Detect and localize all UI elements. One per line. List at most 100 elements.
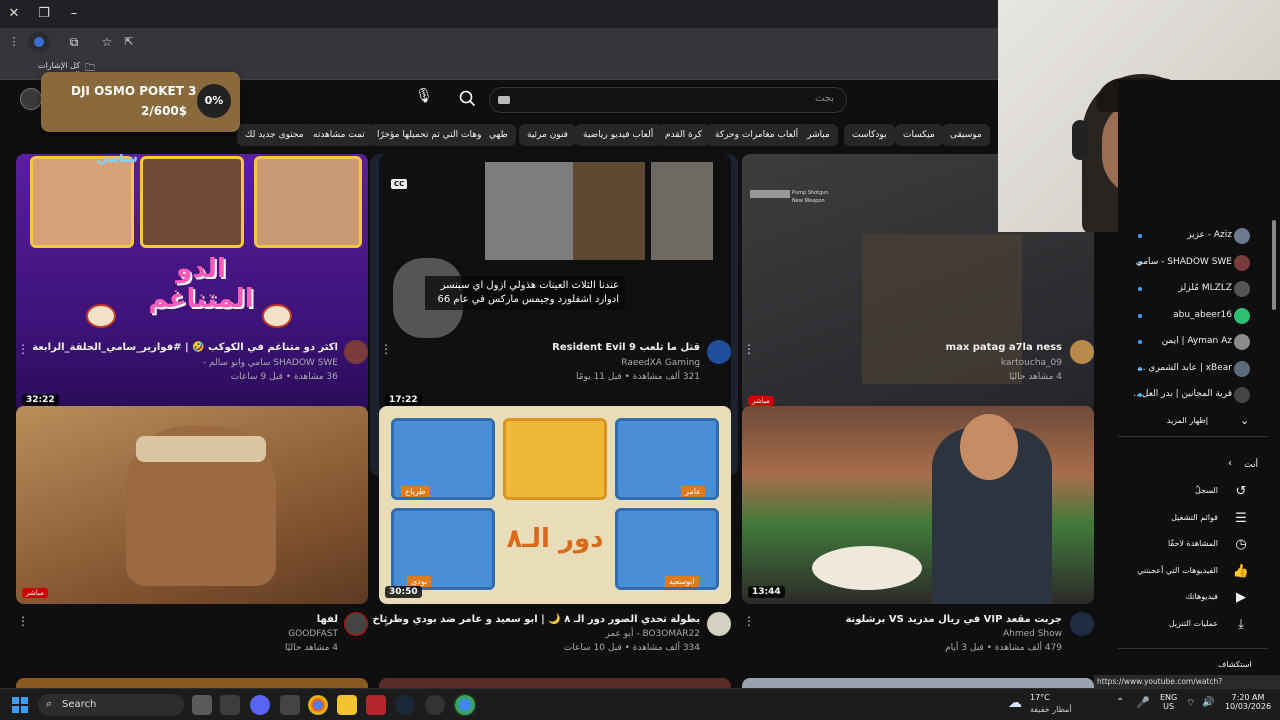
video-thumbnail-4[interactable]: مباشر <box>16 406 368 604</box>
chrome-active-icon[interactable] <box>455 695 475 715</box>
more-actions-icon[interactable]: ⋮ <box>380 614 392 628</box>
goal-amount: 2/600$ <box>141 104 188 118</box>
channel-name[interactable]: BO3OMAR22 <box>642 629 700 639</box>
subscription-item[interactable]: MLZLZ مُلزلز <box>1118 279 1268 299</box>
video-title[interactable]: max patag a7la ness <box>780 342 1062 353</box>
account-avatar[interactable] <box>20 88 42 110</box>
view-count: 4 مشاهد حاليًا <box>1008 372 1062 382</box>
more-actions-icon[interactable]: ⋮ <box>380 342 392 356</box>
menu-icon[interactable]: ⋮ <box>4 32 24 52</box>
more-actions-icon[interactable]: ⋮ <box>743 614 755 628</box>
video-title[interactable]: بطولة تحدي الصور دور الـ ٨ 🌙 | ابو سعيد … <box>372 614 700 625</box>
video-channel[interactable]: SHADOW SWE سامي وابو سالم - <box>60 358 338 368</box>
subscription-item[interactable]: Ayman Az | ايمن <box>1118 332 1268 352</box>
you-section-header[interactable]: أنت › <box>1118 454 1268 478</box>
discord-icon[interactable] <box>250 695 270 715</box>
bookmark-star-icon[interactable]: ☆ <box>97 32 117 52</box>
video-title[interactable]: جربت مقعد VIP في ريال مدريد VS برشلونة <box>780 614 1062 625</box>
channel-name[interactable]: SHADOW SWE <box>273 358 338 368</box>
language-indicator[interactable]: ENG US <box>1160 693 1177 711</box>
view-count: 334 ألف مشاهدة <box>632 643 700 653</box>
minimize-icon[interactable]: – <box>64 4 84 24</box>
obs-icon[interactable] <box>425 695 445 715</box>
divider <box>1118 648 1268 649</box>
volume-icon[interactable]: 🔊 <box>1202 697 1214 708</box>
keyboard-icon[interactable] <box>498 96 510 104</box>
library-nav-label: فيديوهاتك <box>1185 592 1218 602</box>
filter-chip[interactable]: محتوى جديد لك <box>237 124 312 146</box>
filter-chip[interactable]: ألعاب مغامرات وحركة <box>707 124 807 146</box>
channel-avatar[interactable] <box>1070 340 1094 364</box>
show-more-button[interactable]: إظهار المزيد ⌄ <box>1118 410 1268 434</box>
app-icon[interactable] <box>280 695 300 715</box>
clock[interactable]: 7:20 AM 10/03/2026 <box>1222 693 1274 711</box>
microphone-icon[interactable]: 🎤 <box>1136 696 1150 709</box>
channel-name[interactable]: kartoucha_09 <box>780 358 1062 368</box>
filter-chip[interactable]: ميكسات <box>895 124 943 146</box>
chess-app-icon[interactable] <box>220 695 240 715</box>
install-icon[interactable]: ⇱ <box>119 32 139 52</box>
filter-chip[interactable]: مباشر <box>799 124 838 146</box>
chrome-icon[interactable] <box>308 695 328 715</box>
microphone-icon[interactable]: 🎙 <box>414 88 434 110</box>
youtube-sidebar: Aziz - عزيز SHADOW SWE - سامي MLZLZ مُلزلز… <box>1118 80 1280 692</box>
library-nav-item[interactable]: المشاهدة لاحقًا ◷ <box>1118 533 1268 557</box>
task-view-icon[interactable] <box>192 695 212 715</box>
video-thumbnail-6[interactable]: 13:44 <box>742 406 1094 604</box>
channel-name[interactable]: GOODFAST <box>60 629 338 639</box>
more-actions-icon[interactable]: ⋮ <box>17 614 29 628</box>
search-icon[interactable] <box>458 89 480 111</box>
subscription-item[interactable]: SHADOW SWE - سامي <box>1118 253 1268 273</box>
wifi-icon[interactable]: ⌔ <box>1186 697 1195 710</box>
filter-chip[interactable]: ألعاب فيديو رياضية <box>575 124 662 146</box>
subscription-name: abu_abeer16 <box>1173 309 1232 320</box>
subscription-item[interactable]: xBear | عابد الشمري ... <box>1118 359 1268 379</box>
video-title[interactable]: قتل ما تلعب Resident Evil 9 <box>420 342 700 353</box>
channel-avatar[interactable] <box>707 340 731 364</box>
library-nav-item[interactable]: السجلّ ↺ <box>1118 480 1268 504</box>
headphone-ear <box>1072 120 1088 160</box>
taskbar-search[interactable]: ⌕ Search <box>38 694 184 716</box>
liked-videos-icon: 👍 <box>1232 563 1250 579</box>
library-nav-item[interactable]: الفيديوهات التي أعجبتني 👍 <box>1118 560 1268 584</box>
more-actions-icon[interactable]: ⋮ <box>17 342 29 356</box>
maximize-icon[interactable]: ❐ <box>34 4 54 24</box>
video-channel[interactable]: BO3OMAR22 - أبو عمر <box>420 629 700 639</box>
channel-name[interactable]: RaeedXA Gaming <box>420 358 700 368</box>
scrollbar-thumb[interactable] <box>1272 220 1276 310</box>
cc-icon[interactable]: CC <box>391 179 408 189</box>
filter-chip[interactable]: موسيقى <box>942 124 990 146</box>
channel-avatar[interactable] <box>344 340 368 364</box>
video-title[interactable]: لفها <box>60 614 338 625</box>
chevron-up-icon[interactable]: ⌃ <box>1116 697 1124 708</box>
video-title[interactable]: اكثر دو متناغم في الكوكب 🤣 | #فوازير_سام… <box>32 342 338 353</box>
video-thumbnail-5[interactable]: دور الـ٨ طرباخ عامر بودي ابوسعيد 30:50 <box>379 406 731 604</box>
file-explorer-icon[interactable] <box>337 695 357 715</box>
steam-icon[interactable] <box>395 695 415 715</box>
search-input[interactable]: بحث <box>489 87 847 113</box>
filter-chip[interactable]: بودكاست <box>844 124 895 146</box>
library-nav-item[interactable]: قوائم التشغيل ☰ <box>1118 507 1268 531</box>
channel-avatar[interactable] <box>1070 612 1094 636</box>
library-nav-item[interactable]: فيديوهاتك ▶ <box>1118 586 1268 610</box>
windows-start-icon[interactable] <box>12 697 28 713</box>
video-stats: 36 مشاهدة • قبل 9 ساعات <box>230 372 338 382</box>
extensions-icon[interactable]: ⧉ <box>64 32 84 52</box>
filter-chip[interactable]: طهي <box>481 124 516 146</box>
subscription-item[interactable]: abu_abeer16 <box>1118 306 1268 326</box>
filter-chip[interactable]: تمت مشاهدته <box>305 124 373 146</box>
close-icon[interactable]: ✕ <box>4 4 24 24</box>
app-icon[interactable] <box>366 695 386 715</box>
subscription-item[interactable]: Aziz - عزيز <box>1118 226 1268 246</box>
channel-name[interactable]: Ahmed Show <box>780 629 1062 639</box>
more-actions-icon[interactable]: ⋮ <box>743 342 755 356</box>
channel-avatar[interactable] <box>344 612 368 636</box>
channel-avatar[interactable] <box>707 612 731 636</box>
profile-icon[interactable] <box>28 32 50 52</box>
filter-chip[interactable]: كرة القدم <box>657 124 710 146</box>
subscription-item[interactable]: قرية المجانين | بدر العل... <box>1118 385 1268 405</box>
window-titlebar: ✕ ❐ – <box>0 0 1000 28</box>
library-nav-item[interactable]: عمليات التنزيل ⤓ <box>1118 613 1268 637</box>
filter-chip[interactable]: فنون مرئية <box>519 124 576 146</box>
thumb-photo <box>485 162 573 260</box>
